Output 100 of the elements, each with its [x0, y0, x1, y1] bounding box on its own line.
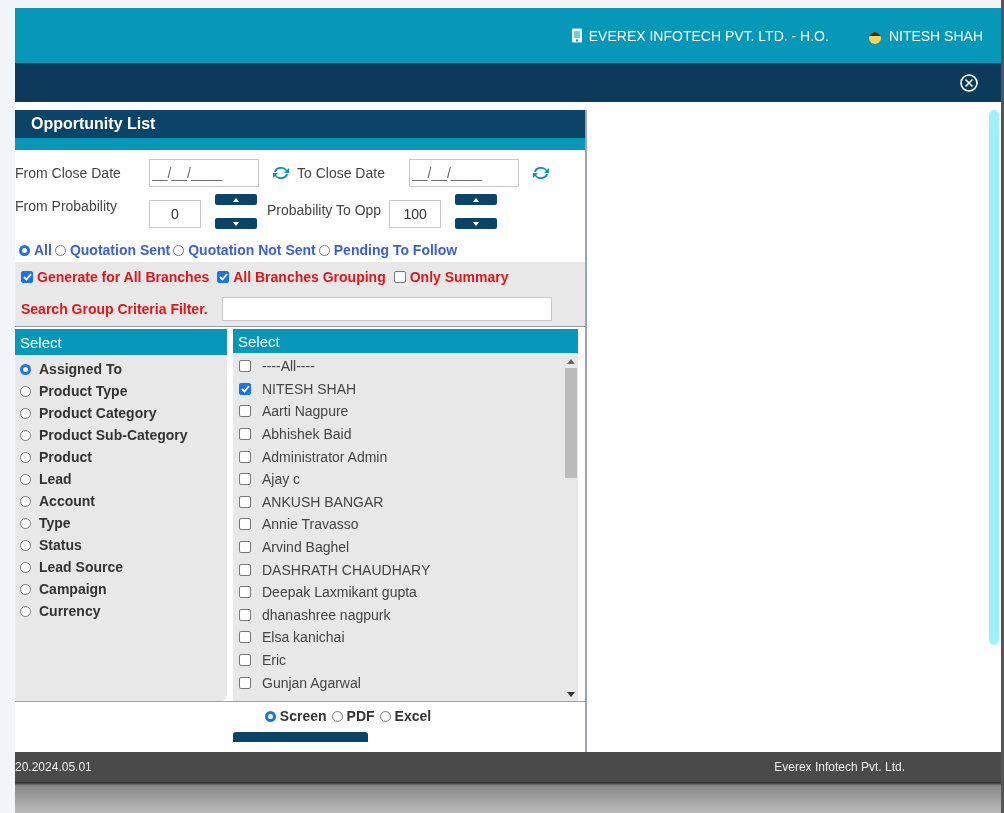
scrollbar[interactable] — [989, 110, 999, 645]
group-option: Currency — [39, 603, 101, 619]
value-option: Administrator Admin — [262, 448, 388, 465]
refresh-icon[interactable] — [531, 165, 551, 181]
radio-button[interactable] — [20, 605, 31, 617]
radio-button[interactable] — [20, 407, 31, 419]
radio-button[interactable] — [19, 244, 30, 256]
caret-up-icon — [473, 197, 480, 202]
value-option: dhanashree nagpurk — [262, 606, 391, 623]
value-option: Ajay c — [262, 471, 301, 488]
value-option: Eric — [262, 652, 287, 668]
group-option: Status — [39, 537, 82, 553]
radio-button[interactable] — [173, 244, 185, 256]
checkbox[interactable] — [393, 271, 406, 283]
value-option: Abhishek Baid — [262, 426, 352, 443]
company-name: EVEREX INFOTECH PVT. LTD. - H.O. — [588, 27, 829, 44]
checkbox[interactable] — [239, 676, 251, 689]
probability-field[interactable]: 100 — [389, 200, 442, 228]
checkbox[interactable] — [239, 563, 251, 576]
date-field[interactable]: __/__/____ — [409, 159, 519, 187]
radio-button[interactable] — [20, 517, 31, 529]
radio-button[interactable] — [20, 539, 31, 551]
scroll-down-icon[interactable] — [566, 692, 575, 697]
checkbox[interactable] — [239, 518, 251, 531]
output-label: Screen — [279, 708, 327, 724]
radio-button[interactable] — [331, 710, 343, 722]
value-option: NITESH SHAH — [262, 380, 357, 397]
date-label: From Close Date — [15, 165, 122, 181]
group-option: Product Type — [39, 383, 128, 399]
building-icon — [570, 28, 583, 43]
user-name: NITESH SHAH — [888, 27, 983, 44]
increment-button[interactable] — [455, 194, 498, 205]
radio-button[interactable] — [20, 451, 31, 463]
checkbox[interactable] — [239, 382, 251, 395]
footer-company: Everex Infotech Pvt. Ltd. — [774, 760, 905, 774]
value-option: Elsa kanichai — [262, 629, 345, 646]
close-icon[interactable] — [959, 72, 979, 93]
value-option: Gunjan Agarwal — [262, 674, 361, 691]
group-option: Product Category — [39, 405, 157, 421]
group-option: Campaign — [39, 581, 107, 597]
group-option: Lead Source — [39, 559, 124, 575]
checkbox[interactable] — [239, 654, 251, 666]
value-option: DASHRATH CHAUDHARY — [262, 561, 431, 578]
radio-button[interactable] — [379, 710, 391, 722]
group-option: Lead — [39, 471, 72, 487]
probability-label: Probability To Opp — [267, 202, 382, 218]
output-label: Excel — [394, 708, 432, 724]
output-label: PDF — [346, 708, 375, 724]
checkbox[interactable] — [239, 541, 251, 554]
date-field[interactable]: __/__/____ — [149, 159, 259, 187]
group-option: Product — [39, 449, 92, 465]
radio-button[interactable] — [264, 710, 276, 722]
checkbox[interactable] — [239, 473, 251, 486]
search-label: Search Group Criteria Filter. — [21, 301, 208, 317]
radio-button[interactable] — [20, 583, 31, 595]
radio-button[interactable] — [20, 561, 31, 573]
checkbox[interactable] — [239, 450, 251, 463]
scroll-up-icon[interactable] — [566, 359, 575, 364]
checkbox[interactable] — [239, 360, 251, 373]
radio-button[interactable] — [20, 429, 31, 441]
refresh-icon[interactable] — [271, 165, 291, 181]
caret-down-icon — [473, 221, 480, 226]
list-header: Select — [15, 329, 227, 355]
option-label: All Branches Grouping — [233, 269, 386, 285]
value-option: Arvind Baghel — [262, 539, 350, 556]
decrement-button[interactable] — [455, 218, 498, 229]
checkbox[interactable] — [239, 586, 251, 599]
option-label: Only Summary — [409, 269, 509, 285]
value-option: Aarti Nagpure — [262, 403, 349, 420]
list-header: Select — [233, 329, 578, 353]
caret-down-icon — [233, 221, 239, 226]
checkbox[interactable] — [239, 428, 251, 441]
increment-button[interactable] — [215, 194, 257, 205]
group-option: Account — [39, 493, 95, 509]
probability-label: From Probability — [15, 198, 118, 214]
value-option: ----All---- — [262, 358, 315, 375]
search-field[interactable] — [221, 297, 552, 321]
filter-label: All — [34, 242, 52, 258]
checkbox[interactable] — [21, 271, 33, 283]
decrement-button[interactable] — [215, 218, 257, 229]
probability-field[interactable]: 0 — [149, 200, 201, 228]
filter-label: Quotation Sent — [69, 242, 171, 258]
filter-label: Pending To Follow — [333, 242, 458, 258]
radio-button[interactable] — [20, 473, 31, 485]
checkbox[interactable] — [239, 495, 251, 508]
radio-button[interactable] — [20, 385, 31, 397]
checkbox[interactable] — [239, 608, 251, 621]
checkbox[interactable] — [239, 631, 251, 644]
value-option: Annie Travasso — [262, 516, 359, 533]
radio-button[interactable] — [54, 244, 66, 256]
value-option: ANKUSH BANGAR — [262, 493, 384, 510]
checkbox[interactable] — [239, 405, 251, 418]
value-option: Deepak Laxmikant gupta — [262, 584, 417, 601]
checkbox[interactable] — [217, 271, 230, 283]
radio-button[interactable] — [318, 244, 330, 256]
radio-button[interactable] — [20, 363, 31, 375]
group-option: Type — [39, 515, 71, 531]
caret-up-icon — [233, 197, 239, 202]
date-label: To Close Date — [297, 165, 386, 181]
radio-button[interactable] — [20, 495, 31, 507]
